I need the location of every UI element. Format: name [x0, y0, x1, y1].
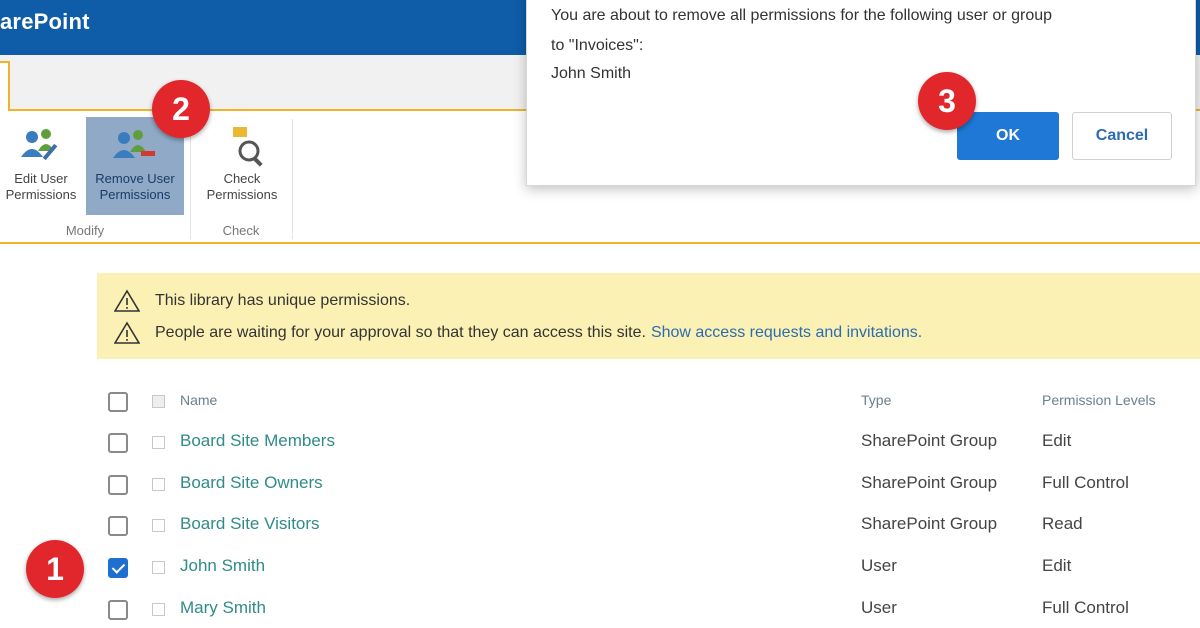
row-permission-level: Full Control: [1042, 598, 1129, 617]
row-name-link[interactable]: John Smith: [180, 556, 265, 576]
ribbon-label: Edit User: [14, 171, 68, 186]
row-checkbox[interactable]: [108, 433, 128, 453]
ribbon-group-divider: [190, 119, 191, 239]
row-name-link[interactable]: Board Site Owners: [180, 473, 323, 493]
row-name-link[interactable]: Board Site Members: [180, 431, 335, 451]
step-marker-2: 2: [152, 80, 210, 138]
warning-banner: This library has unique permissions. Peo…: [97, 273, 1200, 359]
warning-icon: [114, 289, 140, 312]
row-item-icon: [152, 561, 165, 574]
row-checkbox[interactable]: [108, 600, 128, 620]
app-title[interactable]: arePoint: [0, 9, 90, 35]
step-marker-1: 1: [26, 540, 84, 598]
banner-line-unique-permissions: This library has unique permissions.: [97, 287, 410, 315]
active-ribbon-tab[interactable]: [0, 61, 10, 113]
ribbon-label: Permissions: [5, 187, 77, 202]
row-permission-level: Full Control: [1042, 473, 1129, 492]
row-type: User: [861, 598, 897, 617]
row-name-link[interactable]: Mary Smith: [180, 598, 266, 618]
warning-icon: [114, 321, 140, 344]
banner-text: People are waiting for your approval so …: [155, 324, 646, 341]
column-header-permission-levels[interactable]: Permission Levels: [1042, 392, 1156, 408]
dialog-user-name: John Smith: [551, 65, 632, 82]
ribbon-group-divider: [292, 119, 293, 239]
confirm-remove-dialog: You are about to remove all permissions …: [526, 0, 1196, 186]
table-row: Mary Smith User Full Control: [0, 588, 1200, 628]
row-item-icon: [152, 478, 165, 491]
row-type: SharePoint Group: [861, 514, 998, 533]
row-permission-level: Edit: [1042, 431, 1072, 450]
table-header-row: Name Type Permission Levels: [0, 380, 1200, 420]
row-item-icon: [152, 603, 165, 616]
row-item-icon: [152, 436, 165, 449]
banner-text: This library has unique permissions.: [155, 292, 411, 309]
banner-line-access-requests: People are waiting for your approval so …: [97, 319, 922, 347]
show-access-requests-link[interactable]: Show access requests and invitations.: [651, 324, 922, 342]
cancel-button[interactable]: Cancel: [1072, 112, 1172, 160]
step-marker-3: 3: [918, 72, 976, 130]
select-all-checkbox[interactable]: [108, 392, 128, 412]
check-permissions-button[interactable]: Check Permissions: [195, 117, 289, 215]
ribbon-label: Permissions: [206, 187, 278, 202]
row-checkbox[interactable]: [108, 475, 128, 495]
ribbon-label: Remove User: [95, 171, 175, 186]
row-permission-level: Edit: [1042, 556, 1072, 575]
row-type: User: [861, 556, 897, 575]
row-checkbox[interactable]: [108, 516, 128, 536]
dialog-message-line: You are about to remove all permissions …: [551, 7, 1053, 24]
table-row: Board Site Visitors SharePoint Group Rea…: [0, 504, 1200, 544]
row-item-icon: [152, 519, 165, 532]
row-type: SharePoint Group: [861, 473, 998, 492]
ok-button[interactable]: OK: [957, 112, 1059, 160]
row-checkbox-checked[interactable]: [108, 558, 128, 578]
column-header-name[interactable]: Name: [180, 392, 217, 408]
ribbon-group-check-label: Check: [222, 223, 260, 238]
edit-user-permissions-button[interactable]: Edit User Permissions: [0, 117, 88, 215]
table-row: Board Site Members SharePoint Group Edit: [0, 421, 1200, 461]
row-name-link[interactable]: Board Site Visitors: [180, 514, 320, 534]
remove-user-permissions-icon: [113, 130, 155, 158]
column-header-type[interactable]: Type: [861, 392, 891, 408]
table-row: John Smith User Edit: [0, 546, 1200, 586]
check-permissions-icon: [233, 127, 263, 167]
row-permission-level: Read: [1042, 514, 1083, 533]
header-item-checkbox[interactable]: [152, 395, 165, 408]
row-type: SharePoint Group: [861, 431, 998, 450]
ribbon-label: Check: [223, 171, 261, 186]
ribbon-label: Permissions: [99, 187, 171, 202]
ribbon-group-modify-label: Modify: [65, 223, 105, 238]
edit-user-permissions-icon: [21, 129, 58, 161]
dialog-message-line: to "Invoices":: [551, 37, 644, 54]
table-row: Board Site Owners SharePoint Group Full …: [0, 463, 1200, 503]
